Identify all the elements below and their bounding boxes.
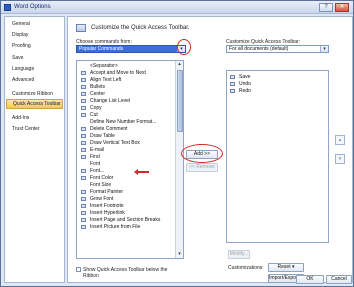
list-item[interactable]: Accept and Move to Next [78, 70, 173, 76]
window-title: Word Options [14, 4, 51, 10]
move-up-icon[interactable]: ▴ [335, 135, 345, 145]
page-title: Customize the Quick Access Toolbar. [91, 25, 190, 31]
list-item[interactable]: Undo [229, 81, 251, 87]
list-item[interactable]: Bullets [78, 84, 173, 90]
help-button[interactable]: ? [319, 3, 333, 12]
chevron-down-icon[interactable]: ▾ [320, 46, 328, 52]
find-icon [81, 155, 86, 159]
sidebar-item-quick-access-toolbar[interactable]: Quick Access Toolbar [6, 99, 63, 109]
modify-button[interactable]: Modify... [228, 250, 250, 259]
options-content: Customize the Quick Access Toolbar. Choo… [67, 16, 353, 283]
list-item[interactable]: Grow Font [78, 196, 173, 202]
accept-icon [81, 71, 86, 75]
list-item[interactable]: Align Text Left [78, 77, 173, 83]
list-item[interactable]: Save [229, 74, 250, 80]
sidebar: General Display Proofing Save Language A… [4, 16, 65, 283]
list-item[interactable]: Insert Footnote [78, 203, 173, 209]
align-left-icon [81, 78, 86, 82]
bullets-icon [81, 85, 86, 89]
font-color-icon [81, 176, 86, 180]
list-item[interactable]: Format Painter [78, 189, 173, 195]
customize-toolbar-value: For all documents (default) [229, 46, 289, 52]
list-level-icon [81, 99, 86, 103]
word-options-window: Word Options ? ✕ General Display Proofin… [0, 0, 354, 287]
undo-icon [230, 82, 235, 86]
customizations-label: Customizations: [228, 265, 264, 271]
email-icon [81, 148, 86, 152]
list-item[interactable]: Center [78, 91, 173, 97]
picture-icon [81, 225, 86, 229]
list-item[interactable]: E-mail [78, 147, 173, 153]
delete-comment-icon [81, 127, 86, 131]
sidebar-item-display[interactable]: Display [6, 30, 63, 40]
draw-table-icon [81, 134, 86, 138]
list-item[interactable]: <Separator> [78, 63, 173, 69]
choose-commands-dropdown[interactable]: Popular Commands ▾ [76, 45, 186, 53]
reset-button[interactable]: Reset ▾ [268, 263, 304, 272]
list-item[interactable]: Insert Hyperlink [78, 210, 173, 216]
word-app-icon [4, 4, 11, 11]
sidebar-item-language[interactable]: Language [6, 64, 63, 74]
sidebar-item-trust-center[interactable]: Trust Center [6, 124, 63, 134]
list-item[interactable]: Define New Number Format... [78, 119, 173, 125]
sidebar-item-advanced[interactable]: Advanced [6, 75, 63, 85]
ok-button[interactable]: OK [296, 275, 324, 284]
text-box-icon [81, 141, 86, 145]
font-icon [81, 169, 86, 173]
hyperlink-icon [81, 211, 86, 215]
scroll-down-icon[interactable]: ▾ [176, 251, 183, 258]
list-item[interactable]: Font [78, 161, 173, 167]
scroll-thumb[interactable] [177, 70, 183, 132]
list-item[interactable]: Insert Picture from File [78, 224, 173, 230]
close-button[interactable]: ✕ [335, 3, 349, 12]
list-item[interactable]: Font... [78, 168, 173, 174]
toolbar-items-list[interactable]: Save Undo Redo [226, 70, 329, 243]
annotation-arrow [137, 171, 149, 173]
customize-toolbar-dropdown[interactable]: For all documents (default) ▾ [226, 45, 329, 53]
list-item[interactable]: Change List Level [78, 98, 173, 104]
list-item[interactable]: Draw Table [78, 133, 173, 139]
remove-button[interactable]: << Remove [186, 163, 218, 172]
sidebar-item-add-ins[interactable]: Add-Ins [6, 113, 63, 123]
list-item[interactable]: Draw Vertical Text Box [78, 140, 173, 146]
save-icon [230, 75, 235, 79]
page-break-icon [81, 218, 86, 222]
format-painter-icon [81, 190, 86, 194]
move-down-icon[interactable]: ▾ [335, 154, 345, 164]
list-item[interactable]: Delete Comment [78, 126, 173, 132]
title-bar: Word Options ? ✕ [1, 1, 353, 14]
list-item[interactable]: Cut [78, 112, 173, 118]
show-below-ribbon-checkbox[interactable] [76, 267, 81, 272]
sidebar-item-general[interactable]: General [6, 19, 63, 29]
list-item[interactable]: Insert Page and Section Breaks [78, 217, 173, 223]
sidebar-item-save[interactable]: Save [6, 53, 63, 63]
commands-list[interactable]: <Separator> Accept and Move to Next Alig… [76, 60, 184, 259]
list-item[interactable]: Find [78, 154, 173, 160]
show-below-ribbon-label: Show Quick Access Toolbar below the Ribb… [83, 267, 168, 279]
footnote-icon [81, 204, 86, 208]
cancel-button[interactable]: Cancel [326, 275, 352, 284]
toolbar-icon [76, 24, 86, 32]
scroll-up-icon[interactable]: ▴ [176, 61, 183, 68]
center-icon [81, 92, 86, 96]
copy-icon [81, 106, 86, 110]
list-item[interactable]: Redo [229, 88, 251, 94]
grow-font-icon [81, 197, 86, 201]
sidebar-item-proofing[interactable]: Proofing [6, 41, 63, 51]
commands-scrollbar[interactable]: ▴ ▾ [175, 61, 183, 258]
sidebar-item-customize-ribbon[interactable]: Customize Ribbon [6, 89, 63, 99]
annotation-circle-add [181, 144, 223, 163]
list-item[interactable]: Font Color [78, 175, 173, 181]
list-item[interactable]: Copy [78, 105, 173, 111]
annotation-circle-dropdown [177, 39, 191, 55]
list-item[interactable]: Font Size [78, 182, 173, 188]
cut-icon [81, 113, 86, 117]
choose-commands-value: Popular Commands [79, 46, 124, 52]
redo-icon [230, 89, 235, 93]
